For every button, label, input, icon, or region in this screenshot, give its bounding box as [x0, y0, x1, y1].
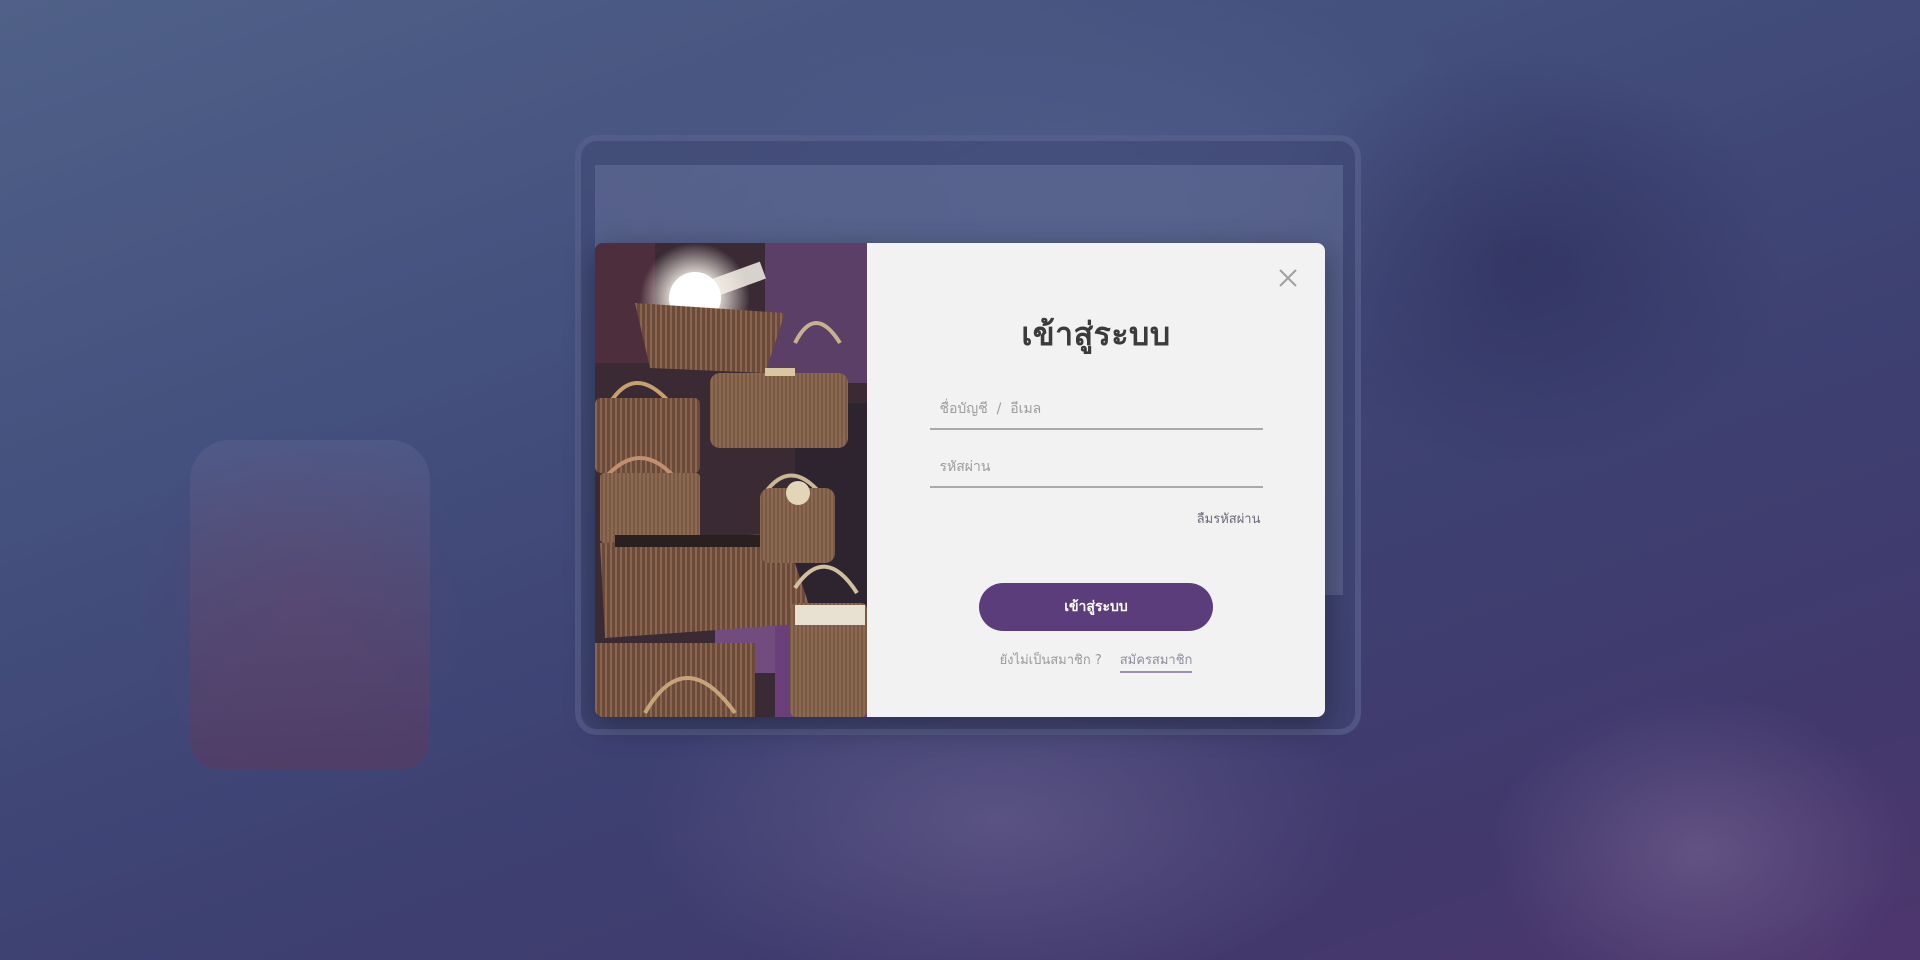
login-button[interactable]: เข้าสู่ระบบ — [979, 583, 1213, 631]
username-input[interactable] — [929, 390, 1263, 428]
close-icon[interactable] — [1277, 267, 1299, 289]
password-field — [929, 448, 1263, 488]
username-field — [929, 390, 1263, 430]
login-form: เข้าสู่ระบบ ลืมรหัสผ่าน เข้าสู่ระบบ ยังไ… — [867, 243, 1325, 717]
signup-row: ยังไม่เป็นสมาชิก ? สมัครสมาชิก — [1000, 649, 1193, 673]
handbags-illustration — [595, 243, 867, 717]
forgot-password-link[interactable]: ลืมรหัสผ่าน — [930, 508, 1263, 529]
signup-link[interactable]: สมัครสมาชิก — [1119, 649, 1193, 673]
login-modal: เข้าสู่ระบบ ลืมรหัสผ่าน เข้าสู่ระบบ ยังไ… — [595, 243, 1325, 717]
not-member-text: ยังไม่เป็นสมาชิก ? — [999, 653, 1102, 668]
password-input[interactable] — [929, 448, 1263, 486]
login-title: เข้าสู่ระบบ — [1021, 315, 1171, 353]
handbags-photo — [595, 243, 867, 717]
